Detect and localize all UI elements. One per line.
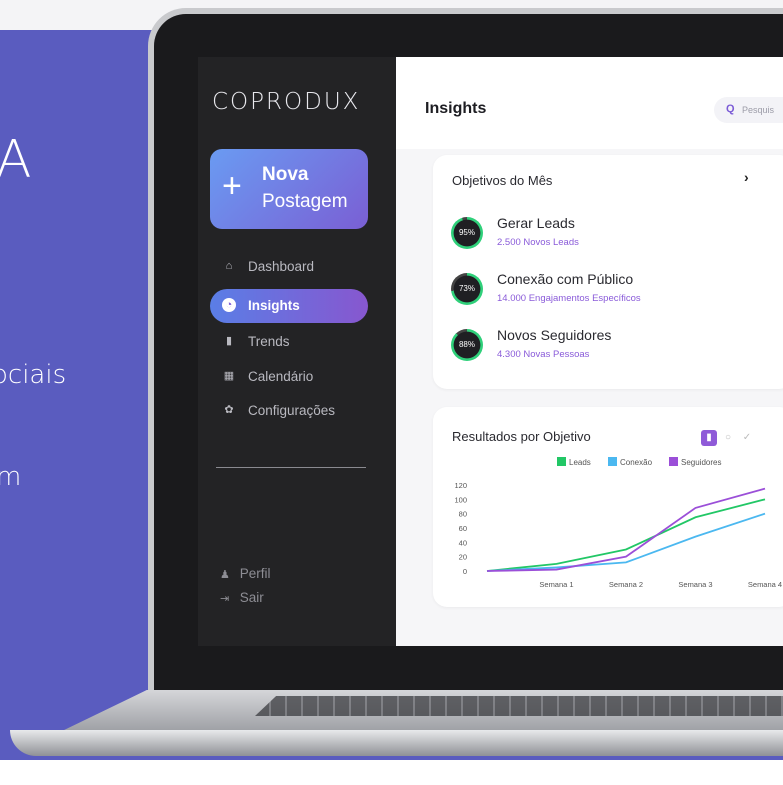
- new-post-button[interactable]: + Nova Postagem: [210, 149, 368, 229]
- goal-title: Gerar Leads: [497, 215, 575, 231]
- results-title: Resultados por Objetivo: [452, 429, 591, 444]
- y-tick-label: 40: [459, 538, 467, 547]
- sidebar-item-label: Insights: [248, 298, 300, 313]
- app-logo: COPRODUX: [212, 89, 361, 115]
- x-tick-label: Semana 1: [539, 580, 573, 589]
- sidebar-item-trends[interactable]: ▮ Trends: [210, 325, 368, 359]
- laptop-keyboard: [255, 696, 783, 716]
- search-icon: Q: [726, 103, 735, 115]
- chevron-right-icon[interactable]: ›: [744, 169, 749, 185]
- sidebar-item-profile[interactable]: ♟ Perfil: [220, 566, 271, 581]
- legend-label: Leads: [569, 458, 591, 467]
- logout-icon: ⇥: [220, 593, 230, 605]
- x-tick-label: Semana 3: [678, 580, 712, 589]
- sidebar-item-label: Calendário: [248, 369, 314, 384]
- goal-subtitle: 14.000 Engajamentos Específicos: [497, 293, 641, 304]
- chart-tools: ▮ ○ ✓: [701, 427, 758, 446]
- legend-label: Seguidores: [681, 458, 721, 467]
- bar-chart-icon[interactable]: ▮: [701, 430, 717, 446]
- series-line-seguidores: [486, 487, 766, 572]
- sidebar-item-label: Sair: [239, 590, 264, 605]
- y-tick-label: 80: [459, 510, 467, 519]
- gear-icon: ✿: [224, 404, 234, 416]
- x-tick-label: Semana 2: [609, 580, 643, 589]
- goal-title: Novos Seguidores: [497, 327, 612, 343]
- goal-title: Conexão com Público: [497, 271, 634, 287]
- y-tick-label: 100: [454, 495, 467, 504]
- promo-text-1: A: [0, 130, 32, 190]
- goals-title: Objetivos do Mês: [452, 173, 553, 188]
- sidebar-item-logout[interactable]: ⇥ Sair: [220, 590, 264, 605]
- progress-ring: 95%: [451, 217, 483, 249]
- sidebar: COPRODUX + Nova Postagem ⌂ Dashboard ◔ I…: [198, 57, 396, 646]
- goal-subtitle: 2.500 Novos Leads: [497, 237, 579, 248]
- search-placeholder: Pesquis: [742, 105, 775, 115]
- legend-label: Conexão: [620, 458, 653, 467]
- goal-item: 88% Novos Seguidores 4.300 Novas Pessoas: [451, 327, 751, 371]
- sidebar-item-insights[interactable]: ◔ Insights: [210, 289, 368, 323]
- goals-card: Objetivos do Mês › 95% Gerar Leads 2.500…: [433, 155, 783, 389]
- new-post-label-1: Nova: [262, 164, 309, 185]
- series-line-leads: [486, 498, 766, 572]
- trends-icon: ▮: [225, 335, 233, 347]
- sidebar-divider: [216, 467, 366, 468]
- series-line-conexão: [486, 512, 766, 572]
- results-chart: Leads Conexão Seguidores 0 20 40 60 80 100 120 Sem…: [454, 457, 782, 589]
- goal-subtitle: 4.300 Novas Pessoas: [497, 349, 590, 360]
- progress-ring: 88%: [451, 329, 483, 361]
- sidebar-item-label: Perfil: [239, 566, 271, 581]
- laptop-screen: COPRODUX + Nova Postagem ⌂ Dashboard ◔ I…: [198, 57, 783, 646]
- legend-swatch: [669, 457, 678, 466]
- top-bar: Insights Q Pesquis: [396, 57, 783, 149]
- promo-text-3: m: [0, 462, 22, 492]
- search-input[interactable]: Q Pesquis: [714, 97, 783, 123]
- x-tick-label: Semana 4: [748, 580, 782, 589]
- sidebar-item-label: Dashboard: [248, 259, 315, 274]
- goal-item: 95% Gerar Leads 2.500 Novos Leads: [451, 215, 751, 259]
- laptop-base-front: [10, 730, 783, 756]
- main-content: Insights Q Pesquis Objetivos do Mês › 95…: [396, 57, 783, 646]
- goal-item: 73% Conexão com Público 14.000 Engajamen…: [451, 271, 751, 315]
- progress-ring: 73%: [451, 273, 483, 305]
- results-card: Resultados por Objetivo ▮ ○ ✓ Leads Conexão…: [433, 407, 783, 607]
- promo-text-2: ociais: [0, 360, 67, 390]
- legend-swatch: [608, 457, 617, 466]
- plus-icon: +: [222, 167, 242, 205]
- y-tick-label: 0: [463, 567, 467, 576]
- check-icon[interactable]: ✓: [739, 430, 755, 446]
- user-icon: ♟: [220, 569, 230, 581]
- calendar-icon: ▦: [223, 370, 235, 382]
- y-tick-label: 20: [459, 553, 467, 562]
- insights-icon: ◔: [222, 298, 236, 312]
- sidebar-item-dashboard[interactable]: ⌂ Dashboard: [210, 250, 368, 284]
- home-icon: ⌂: [225, 260, 233, 272]
- sidebar-item-label: Trends: [248, 334, 290, 349]
- legend-swatch: [557, 457, 566, 466]
- sidebar-item-calendar[interactable]: ▦ Calendário: [210, 360, 368, 394]
- y-tick-label: 60: [459, 524, 467, 533]
- y-tick-label: 120: [454, 481, 467, 490]
- page-title: Insights: [425, 100, 487, 117]
- new-post-label-2: Postagem: [262, 191, 348, 212]
- sidebar-item-label: Configurações: [248, 403, 336, 418]
- refresh-icon[interactable]: ○: [720, 430, 736, 446]
- sidebar-item-settings[interactable]: ✿ Configurações: [210, 394, 368, 428]
